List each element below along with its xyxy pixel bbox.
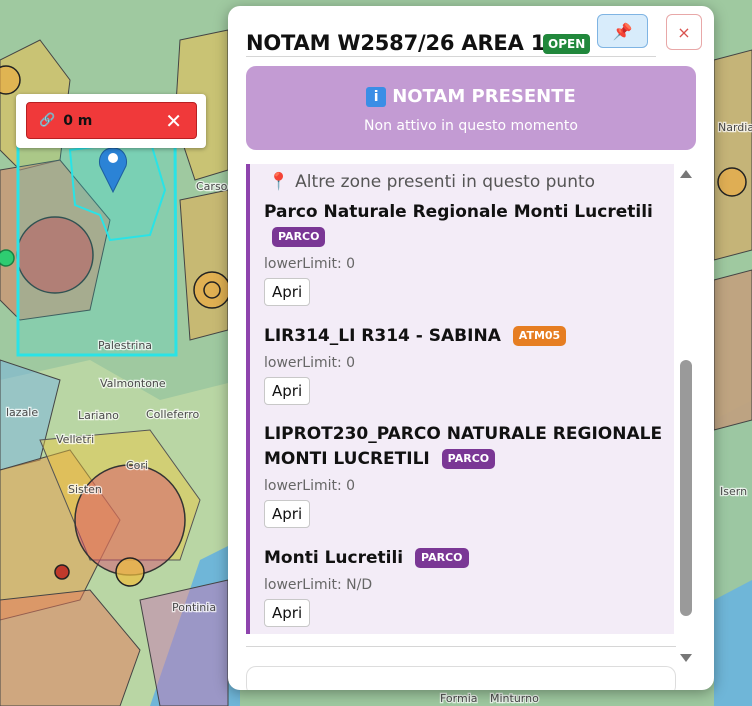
notice-title: i NOTAM PRESENTE (246, 86, 696, 107)
scroll-down-arrow-icon[interactable] (680, 654, 692, 662)
open-zone-button[interactable]: Apri (264, 500, 311, 528)
close-measure-icon[interactable]: ✕ (165, 109, 182, 133)
scrollbar-thumb[interactable] (680, 360, 692, 616)
zone-name: Parco Naturale Regionale Monti Lucretili… (264, 200, 674, 250)
place-label: Colleferro (146, 408, 200, 421)
divider (246, 646, 676, 647)
info-icon: i (366, 87, 387, 107)
zone-lower-limit: lowerLimit: 0 (264, 355, 356, 371)
place-label: Carso (196, 180, 228, 193)
map-pin-icon: 📍 (268, 172, 290, 192)
notam-popup: NOTAM W2587/26 AREA 1 OPEN 📌 × i NOTAM PR… (228, 6, 714, 690)
place-label: Minturno (490, 692, 539, 705)
place-label: Palestrina (98, 339, 152, 352)
zone-name: Monti Lucretili PARCO (264, 546, 674, 571)
zone-circle[interactable] (193, 271, 231, 309)
zone-circle[interactable] (115, 557, 145, 587)
place-label: Formia (440, 692, 478, 705)
close-icon: × (677, 22, 691, 42)
place-label: Isern (720, 485, 747, 498)
notice-subtitle: Non attivo in questo momento (364, 118, 578, 134)
zone-item: Monti Lucretili PARCO lowerLimit: N/D Ap… (264, 546, 674, 627)
open-zone-button[interactable]: Apri (264, 599, 311, 627)
zone-type-badge: PARCO (415, 548, 469, 568)
link-icon: 🔗 (39, 113, 56, 128)
distance-value: 0 m (63, 112, 93, 129)
close-button[interactable]: × (666, 14, 702, 50)
zone-type-badge: PARCO (441, 449, 496, 469)
place-label: lazale (6, 406, 38, 419)
notam-notice: i NOTAM PRESENTE Non attivo in questo mom… (246, 66, 696, 150)
zone-circle[interactable] (717, 167, 747, 197)
zone-lower-limit: lowerLimit: 0 (264, 478, 356, 494)
zone-polygon[interactable] (713, 49, 752, 261)
zone-item: Parco Naturale Regionale Monti Lucretili… (264, 200, 674, 306)
other-zones-panel: 📍 Altre zone presenti in questo punto Par… (246, 164, 674, 634)
zone-lower-limit: lowerLimit: N/D (264, 577, 373, 593)
zone-item: LIR314_LI R314 - SABINA ATM05 lowerLimit… (264, 324, 674, 405)
zone-name: LIR314_LI R314 - SABINA ATM05 (264, 324, 674, 349)
place-label: Pontinia (172, 601, 216, 614)
scroll-up-arrow-icon[interactable] (680, 170, 692, 178)
popup-title: NOTAM W2587/26 AREA 1 (246, 31, 546, 55)
place-label: Nardiagn (718, 121, 752, 134)
map-sea-east (714, 580, 752, 706)
popup-header: NOTAM W2587/26 AREA 1 OPEN 📌 × (246, 14, 702, 58)
zones-heading: 📍 Altre zone presenti in questo punto (268, 172, 596, 192)
distance-measure-pill[interactable]: 🔗 0 m ✕ (26, 102, 197, 139)
map-point[interactable] (0, 249, 15, 267)
open-zone-button[interactable]: Apri (264, 278, 311, 306)
place-label: Sisten (68, 483, 102, 496)
open-zone-button[interactable]: Apri (264, 377, 311, 405)
status-badge: OPEN (543, 34, 591, 54)
zone-type-badge: PARCO (272, 227, 326, 247)
pushpin-icon: 📌 (612, 21, 633, 41)
measure-tooltip: 🔗 0 m ✕ (16, 94, 206, 148)
zone-circle[interactable] (0, 65, 21, 95)
place-label: Valmontone (100, 377, 166, 390)
popup-scroll-area[interactable]: 📍 Altre zone presenti in questo punto Par… (246, 164, 696, 648)
zone-type-badge: ATM05 (512, 326, 567, 346)
next-section-partial (246, 666, 676, 690)
zone-polygon[interactable] (713, 269, 752, 431)
place-label: Velletri (56, 433, 94, 446)
place-label: Lariano (78, 409, 119, 422)
pin-button[interactable]: 📌 (597, 14, 648, 48)
divider (246, 56, 656, 57)
zone-lower-limit: lowerLimit: 0 (264, 256, 356, 272)
zone-name: LIPROT230_PARCO NATURALE REGIONALE MONTI… (264, 424, 663, 469)
place-label: Cori (126, 459, 148, 472)
zone-item: LIPROT230_PARCO NATURALE REGIONALE MONTI… (264, 422, 674, 528)
scrollbar[interactable] (676, 164, 696, 664)
